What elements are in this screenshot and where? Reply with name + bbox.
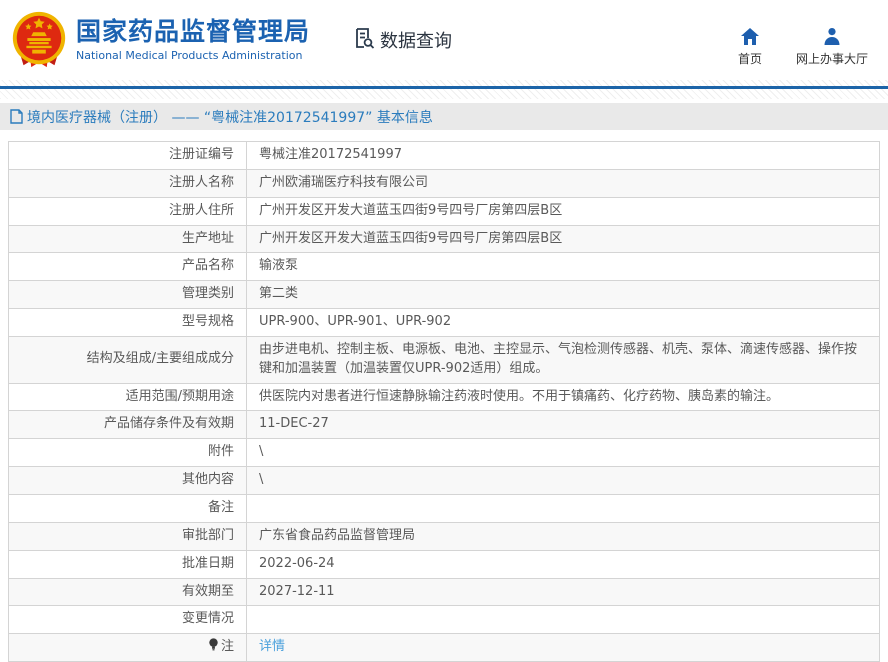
row-label: 生产地址 — [9, 225, 247, 253]
row-label: 审批部门 — [9, 522, 247, 550]
row-label: 注 — [9, 634, 247, 662]
row-value: 广州开发区开发大道蓝玉四街9号四号厂房第四层B区 — [247, 197, 880, 225]
row-label: 其他内容 — [9, 467, 247, 495]
row-label: 适用范围/预期用途 — [9, 383, 247, 411]
row-value: \ — [247, 439, 880, 467]
nav-item-service-hall[interactable]: 网上办事大厅 — [796, 27, 868, 67]
document-icon — [10, 109, 23, 124]
national-emblem-icon — [8, 9, 70, 71]
nav-item-label: 网上办事大厅 — [796, 50, 868, 67]
info-table-body: 注册证编号粤械注准20172541997注册人名称广州欧浦瑞医疗科技有限公司注册… — [9, 142, 880, 662]
details-link[interactable]: 详情 — [259, 639, 285, 654]
table-row: 产品储存条件及有效期11-DEC-27 — [9, 411, 880, 439]
table-row: 型号规格UPR-900、UPR-901、UPR-902 — [9, 309, 880, 337]
table-row: 审批部门广东省食品药品监督管理局 — [9, 522, 880, 550]
breadcrumb: 境内医疗器械（注册） —— “粤械注准20172541997” 基本信息 — [0, 103, 888, 130]
page-header: 国家药品监督管理局 National Medical Products Admi… — [0, 0, 888, 80]
row-label: 注册人名称 — [9, 169, 247, 197]
row-value: 广东省食品药品监督管理局 — [247, 522, 880, 550]
row-value: 详情 — [247, 634, 880, 662]
table-row: 注详情 — [9, 634, 880, 662]
row-value: 由步进电机、控制主板、电源板、电池、主控显示、气泡检测传感器、机壳、泵体、滴速传… — [247, 336, 880, 383]
registration-info-table: 注册证编号粤械注准20172541997注册人名称广州欧浦瑞医疗科技有限公司注册… — [8, 141, 880, 662]
table-row: 注册人住所广州开发区开发大道蓝玉四街9号四号厂房第四层B区 — [9, 197, 880, 225]
table-row: 管理类别第二类 — [9, 281, 880, 309]
row-label: 注册证编号 — [9, 142, 247, 170]
row-value: 广州开发区开发大道蓝玉四街9号四号厂房第四层B区 — [247, 225, 880, 253]
table-row: 其他内容\ — [9, 467, 880, 495]
table-row: 注册证编号粤械注准20172541997 — [9, 142, 880, 170]
user-icon — [823, 27, 841, 45]
table-row: 有效期至2027-12-11 — [9, 578, 880, 606]
row-label: 产品储存条件及有效期 — [9, 411, 247, 439]
row-label: 有效期至 — [9, 578, 247, 606]
site-title: 国家药品监督管理局 — [76, 18, 310, 47]
nav-item-home[interactable]: 首页 — [738, 27, 762, 67]
hatch-band-bottom — [0, 89, 888, 99]
row-value: 输液泵 — [247, 253, 880, 281]
table-row: 附件\ — [9, 439, 880, 467]
brand-block: 国家药品监督管理局 National Medical Products Admi… — [76, 18, 310, 62]
row-label: 管理类别 — [9, 281, 247, 309]
table-row: 注册人名称广州欧浦瑞医疗科技有限公司 — [9, 169, 880, 197]
row-value: 2022-06-24 — [247, 550, 880, 578]
table-row: 结构及组成/主要组成成分由步进电机、控制主板、电源板、电池、主控显示、气泡检测传… — [9, 336, 880, 383]
header-nav: 首页 网上办事大厅 — [738, 13, 868, 67]
row-label: 产品名称 — [9, 253, 247, 281]
table-row: 批准日期2022-06-24 — [9, 550, 880, 578]
row-label: 型号规格 — [9, 309, 247, 337]
row-value: \ — [247, 467, 880, 495]
table-row: 变更情况 — [9, 606, 880, 634]
data-query-label: 数据查询 — [380, 27, 452, 53]
data-query-icon — [352, 26, 376, 54]
row-label: 批准日期 — [9, 550, 247, 578]
row-label: 变更情况 — [9, 606, 247, 634]
site-subtitle: National Medical Products Administration — [76, 49, 310, 62]
row-value: 粤械注准20172541997 — [247, 142, 880, 170]
row-value: 供医院内对患者进行恒速静脉输注药液时使用。不用于镇痛药、化疗药物、胰岛素的输注。 — [247, 383, 880, 411]
row-label: 结构及组成/主要组成成分 — [9, 336, 247, 383]
page-title: 境内医疗器械（注册） —— “粤械注准20172541997” 基本信息 — [27, 107, 433, 127]
row-label: 备注 — [9, 494, 247, 522]
data-query-link[interactable]: 数据查询 — [352, 26, 452, 54]
table-row: 适用范围/预期用途供医院内对患者进行恒速静脉输注药液时使用。不用于镇痛药、化疗药… — [9, 383, 880, 411]
row-value: 11-DEC-27 — [247, 411, 880, 439]
table-row: 产品名称输液泵 — [9, 253, 880, 281]
table-row: 备注 — [9, 494, 880, 522]
row-label: 注册人住所 — [9, 197, 247, 225]
row-value — [247, 494, 880, 522]
note-icon — [208, 638, 219, 651]
row-value: 广州欧浦瑞医疗科技有限公司 — [247, 169, 880, 197]
table-row: 生产地址广州开发区开发大道蓝玉四街9号四号厂房第四层B区 — [9, 225, 880, 253]
row-value: UPR-900、UPR-901、UPR-902 — [247, 309, 880, 337]
row-label: 附件 — [9, 439, 247, 467]
nav-item-label: 首页 — [738, 50, 762, 67]
row-value: 2027-12-11 — [247, 578, 880, 606]
row-value: 第二类 — [247, 281, 880, 309]
row-value — [247, 606, 880, 634]
home-icon — [741, 27, 759, 45]
